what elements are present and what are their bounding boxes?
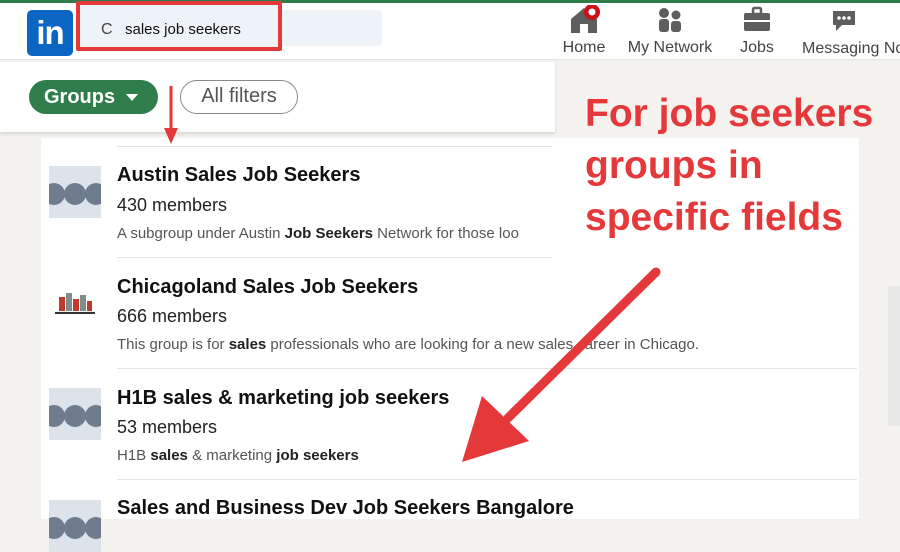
large-red-arrow-shaft [503, 267, 661, 423]
annotation-arrows [164, 86, 661, 462]
small-red-arrow-head [164, 128, 178, 144]
